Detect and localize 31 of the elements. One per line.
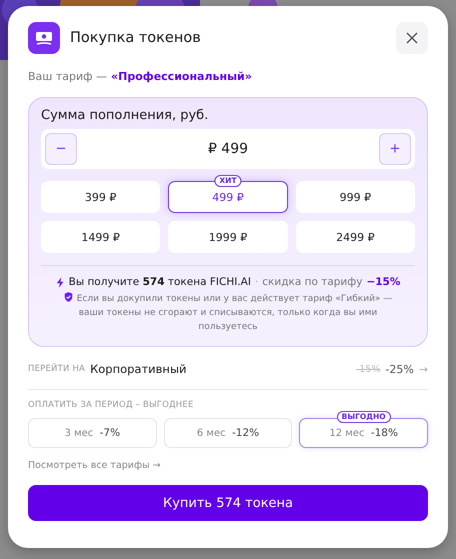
period-label: ОПЛАТИТЬ ЗА ПЕРИОД – ВЫГОДНЕЕ: [28, 400, 195, 410]
tokens-summary: Вы получите 574 токена FICHI.AI: [68, 276, 251, 288]
dialog-title: Покупка токенов: [70, 30, 202, 46]
decrease-button[interactable]: −: [45, 133, 77, 165]
old-discount: -15%: [356, 364, 380, 374]
close-button[interactable]: [396, 22, 428, 54]
all-plans-link[interactable]: Посмотреть все тарифы →: [28, 460, 428, 471]
tariff-label: Ваш тариф —: [28, 70, 108, 83]
tariff-link[interactable]: «Профессиональный»: [111, 70, 252, 83]
amount-option[interactable]: 1999 ₽: [168, 221, 288, 253]
buy-button[interactable]: Купить 574 токена: [28, 485, 428, 521]
period-option[interactable]: 3 мес -7%: [28, 418, 157, 448]
upgrade-label: ПЕРЕЙТИ НА: [28, 364, 86, 374]
shield-icon: [64, 292, 73, 302]
amount-option[interactable]: 399 ₽: [41, 181, 160, 213]
increase-button[interactable]: +: [379, 133, 411, 165]
lightning-icon: [56, 276, 65, 288]
tokens-note: Если вы докупили токены или у вас действует тариф «Гибкий» — ваши токены не сгорают и списываются, только когда вы ими пользуетесь: [51, 292, 405, 334]
amount-option[interactable]: 1499 ₽: [41, 221, 160, 253]
ticket-icon: [28, 22, 60, 54]
amount-label: Сумма пополнения, руб.: [41, 108, 210, 123]
amount-value: ₽ 499: [206, 141, 250, 157]
close-icon: [406, 32, 418, 44]
plan-name[interactable]: Корпоративный: [90, 362, 187, 376]
separator-dot: ·: [254, 276, 258, 288]
discount-label: скидка по тарифу: [262, 276, 362, 288]
amount-option[interactable]: 2499 ₽: [296, 221, 415, 253]
discount-value: −15%: [366, 276, 400, 288]
amount-option[interactable]: 999 ₽: [296, 181, 415, 213]
period-option[interactable]: 6 мес -12%: [164, 418, 292, 448]
new-discount: -25%: [385, 362, 414, 376]
